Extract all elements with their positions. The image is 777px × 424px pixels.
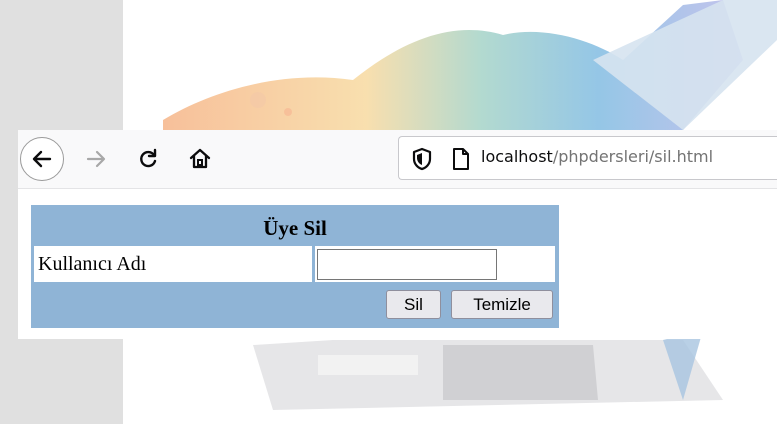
arrow-right-icon: [86, 150, 106, 168]
url-path: /phpdersleri/sil.html: [552, 147, 714, 166]
home-icon: [189, 148, 211, 169]
url-text[interactable]: localhost/phpdersleri/sil.html: [481, 147, 713, 166]
url-bar[interactable]: localhost/phpdersleri/sil.html: [398, 136, 777, 180]
input-cell: [315, 246, 555, 282]
reload-button[interactable]: [126, 137, 170, 181]
delete-member-form: Üye Sil Kullanıcı Adı Sil Temizle: [31, 205, 559, 328]
url-host: localhost: [481, 147, 553, 166]
shield-icon[interactable]: [411, 147, 433, 171]
forward-button[interactable]: [74, 137, 118, 181]
reload-icon: [140, 148, 157, 168]
delete-button[interactable]: Sil: [386, 290, 441, 319]
label-cell: Kullanıcı Adı: [34, 246, 312, 282]
browser-toolbar: localhost/phpdersleri/sil.html: [18, 130, 777, 189]
back-button[interactable]: [20, 137, 64, 181]
form-title: Üye Sil: [263, 216, 327, 240]
browser-window: localhost/phpdersleri/sil.html Üye Sil K…: [18, 130, 777, 339]
page-icon[interactable]: [451, 147, 471, 171]
arrow-left-icon: [32, 150, 52, 168]
username-input[interactable]: [317, 249, 497, 280]
clear-button[interactable]: Temizle: [451, 290, 553, 319]
home-button[interactable]: [178, 137, 222, 181]
username-label: Kullanıcı Adı: [38, 253, 147, 275]
